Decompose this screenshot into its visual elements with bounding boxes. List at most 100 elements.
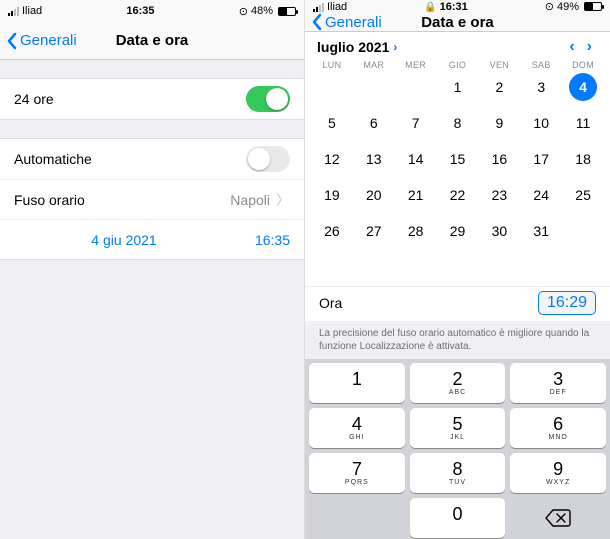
keypad-blank (309, 498, 405, 538)
keypad-0[interactable]: 0 (410, 498, 506, 538)
month-header: luglio 2021 › ‹ › (305, 32, 610, 60)
calendar-day[interactable]: 21 (395, 180, 437, 210)
weekday-label: SAB (520, 60, 562, 70)
keypad-6[interactable]: 6MNO (510, 408, 606, 448)
chevron-left-icon (6, 32, 18, 50)
weekday-label: DOM (562, 60, 604, 70)
calendar-day (353, 72, 395, 102)
calendar-day[interactable]: 7 (395, 108, 437, 138)
calendar-day[interactable]: 4 (562, 72, 604, 102)
keypad-8[interactable]: 8TUV (410, 453, 506, 493)
back-label: Generali (325, 14, 382, 31)
calendar-day[interactable]: 6 (353, 108, 395, 138)
keypad-9[interactable]: 9WXYZ (510, 453, 606, 493)
group-24h: 24 ore (0, 78, 304, 120)
alarm-icon: ⊙ (545, 0, 554, 13)
footer-note: La precisione del fuso orario automatico… (305, 321, 610, 359)
calendar-day[interactable]: 27 (353, 216, 395, 246)
keypad-7[interactable]: 7PQRS (309, 453, 405, 493)
keypad-2[interactable]: 2ABC (410, 363, 506, 403)
battery-icon (584, 2, 602, 11)
row-tz-label: Fuso orario (14, 192, 85, 208)
status-time: 16:35 (42, 5, 239, 17)
row-tz-value: Napoli (230, 192, 270, 208)
keypad-3[interactable]: 3DEF (510, 363, 606, 403)
chevron-right-icon: 〉 (276, 190, 290, 210)
calendar-day (311, 72, 353, 102)
calendar-day (395, 252, 437, 282)
weekday-label: LUN (311, 60, 353, 70)
calendar-day[interactable]: 2 (478, 72, 520, 102)
calendar-day[interactable]: 10 (520, 108, 562, 138)
calendar-day[interactable]: 31 (520, 216, 562, 246)
row-time: Ora 16:29 (305, 286, 610, 321)
calendar-day[interactable]: 16 (478, 144, 520, 174)
row-timezone[interactable]: Fuso orario Napoli 〉 (0, 179, 304, 219)
weekday-header: LUNMARMERGIOVENSABDOM (305, 60, 610, 72)
calendar-day[interactable]: 26 (311, 216, 353, 246)
row-auto-label: Automatiche (14, 151, 92, 167)
date-value: 4 giu 2021 (28, 232, 220, 248)
month-label[interactable]: luglio 2021 (317, 39, 389, 55)
keypad-5[interactable]: 5JKL (410, 408, 506, 448)
calendar-day[interactable]: 22 (437, 180, 479, 210)
status-time: 16:31 (440, 1, 468, 13)
carrier: Iliad (327, 1, 347, 13)
calendar-grid: 1234567891011121314151617181920212223242… (305, 72, 610, 286)
switch-auto[interactable] (246, 146, 290, 172)
calendar-day[interactable]: 30 (478, 216, 520, 246)
keypad-delete[interactable] (510, 498, 606, 538)
calendar-day[interactable]: 29 (437, 216, 479, 246)
calendar-day[interactable]: 19 (311, 180, 353, 210)
calendar-day[interactable]: 12 (311, 144, 353, 174)
back-button[interactable]: Generali (311, 13, 382, 31)
signal-bars-icon (8, 6, 19, 16)
calendar-day[interactable]: 14 (395, 144, 437, 174)
time-value: 16:35 (220, 232, 290, 248)
time-input[interactable]: 16:29 (538, 291, 596, 315)
screen-date-picker: Iliad 🔒 16:31 ⊙ 49% Generali Data e ora … (305, 0, 610, 539)
calendar-day[interactable]: 28 (395, 216, 437, 246)
calendar-day (437, 252, 479, 282)
backspace-icon (545, 509, 571, 527)
lock-icon: 🔒 (424, 2, 436, 13)
next-month-button[interactable]: › (581, 38, 598, 56)
calendar-day[interactable]: 13 (353, 144, 395, 174)
keypad-4[interactable]: 4GHI (309, 408, 405, 448)
battery-pct: 49% (557, 1, 579, 13)
row-auto: Automatiche (0, 139, 304, 179)
calendar-day[interactable]: 20 (353, 180, 395, 210)
calendar-day (395, 72, 437, 102)
calendar-day[interactable]: 9 (478, 108, 520, 138)
calendar-day[interactable]: 11 (562, 108, 604, 138)
alarm-icon: ⊙ (239, 5, 248, 18)
weekday-label: VEN (478, 60, 520, 70)
calendar-day[interactable]: 3 (520, 72, 562, 102)
calendar-day[interactable]: 25 (562, 180, 604, 210)
calendar-day[interactable]: 23 (478, 180, 520, 210)
signal-bars-icon (313, 2, 324, 12)
row-24h: 24 ore (0, 79, 304, 119)
calendar-day[interactable]: 1 (437, 72, 479, 102)
carrier: Iliad (22, 5, 42, 17)
nav-bar: Generali Data e ora (0, 22, 304, 60)
weekday-label: MER (395, 60, 437, 70)
calendar-day (562, 216, 604, 246)
calendar-day[interactable]: 24 (520, 180, 562, 210)
calendar-day[interactable]: 18 (562, 144, 604, 174)
battery-pct: 48% (251, 5, 273, 17)
switch-24h[interactable] (246, 86, 290, 112)
row-datetime[interactable]: 4 giu 2021 16:35 (0, 219, 304, 259)
prev-month-button[interactable]: ‹ (563, 38, 580, 56)
calendar-day[interactable]: 8 (437, 108, 479, 138)
back-button[interactable]: Generali (6, 32, 77, 50)
chevron-left-icon (311, 13, 323, 31)
calendar-day[interactable]: 5 (311, 108, 353, 138)
numeric-keypad: 1 2ABC3DEF 4GHI5JKL6MNO 7PQRS8TUV9WXYZ0 (305, 359, 610, 539)
calendar-day[interactable]: 17 (520, 144, 562, 174)
calendar-day[interactable]: 15 (437, 144, 479, 174)
chevron-right-icon: › (393, 40, 397, 54)
calendar-day (353, 252, 395, 282)
time-label: Ora (319, 295, 342, 311)
keypad-1[interactable]: 1 (309, 363, 405, 403)
